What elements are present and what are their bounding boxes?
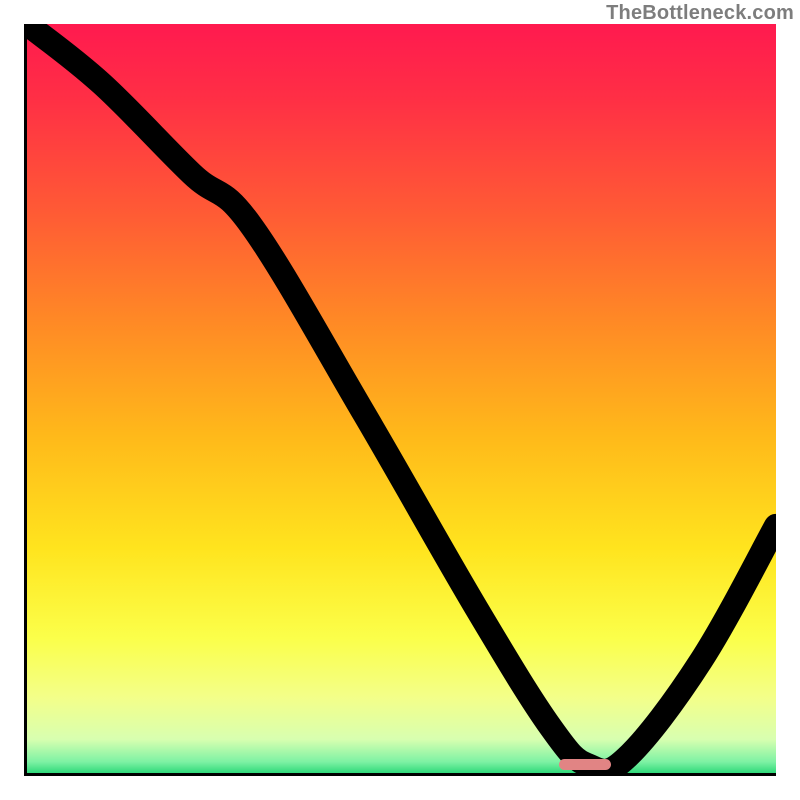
bottleneck-curve: [27, 24, 776, 773]
plot-area: [24, 24, 776, 776]
watermark-text: TheBottleneck.com: [606, 2, 794, 25]
optimum-marker: [559, 759, 611, 770]
chart-container: TheBottleneck.com: [0, 0, 800, 800]
